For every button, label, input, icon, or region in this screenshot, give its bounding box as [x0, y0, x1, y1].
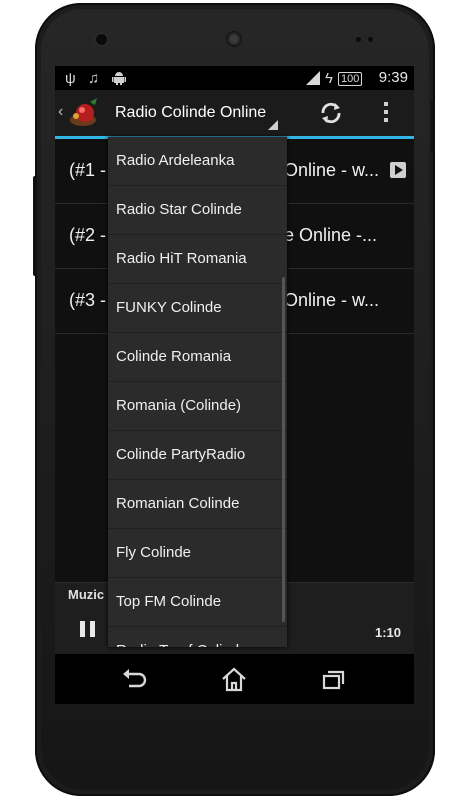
play-icon[interactable] — [390, 162, 406, 178]
list-item-title: e Online -... — [284, 225, 378, 245]
dropdown-item[interactable]: Colinde Romania — [108, 333, 287, 382]
navigation-bar — [55, 654, 414, 704]
refresh-icon[interactable] — [318, 100, 344, 126]
elapsed-time: 1:10 — [374, 625, 401, 640]
dropdown-item[interactable]: Radio Ardeleanka — [108, 137, 287, 186]
dropdown-item[interactable]: Radio Taraf Colinde — [108, 627, 287, 647]
status-time: 9:39 — [378, 69, 408, 86]
cell-signal-icon — [305, 69, 321, 87]
status-bar: ψ ♫ ϟ 100 9:39 — [55, 66, 414, 90]
light-sensor — [368, 37, 373, 42]
dropdown-item[interactable]: Romania (Colinde) — [108, 382, 287, 431]
power-button — [431, 100, 435, 154]
list-item-number: (#3 - — [69, 290, 107, 310]
home-icon[interactable] — [220, 666, 248, 692]
battery-icon: 100 — [338, 72, 363, 86]
station-spinner-indicator[interactable] — [268, 120, 278, 130]
overflow-menu-icon[interactable] — [384, 102, 388, 126]
front-camera — [96, 34, 107, 45]
list-item-title: Online - w... — [284, 290, 380, 310]
dropdown-scrollbar[interactable] — [282, 277, 285, 622]
usb-icon: ψ — [65, 69, 76, 87]
player-label: Muzic — [68, 587, 105, 602]
earpiece-speaker — [226, 31, 242, 47]
action-bar: ‹ Radio Colinde Online — [55, 90, 414, 139]
back-icon[interactable] — [120, 666, 148, 692]
list-item-number: (#2 - — [69, 225, 107, 245]
list-item-number: (#1 - — [69, 160, 107, 180]
pause-icon[interactable] — [80, 621, 96, 637]
dropdown-item[interactable]: Romanian Colinde — [108, 480, 287, 529]
music-note-icon: ♫ — [88, 69, 100, 87]
app-logo-icon[interactable] — [66, 96, 100, 130]
recent-apps-icon[interactable] — [320, 666, 348, 692]
battery-level: 100 — [341, 73, 360, 85]
volume-button — [33, 176, 37, 276]
charging-icon: ϟ — [325, 69, 333, 87]
dropdown-item[interactable]: Top FM Colinde — [108, 578, 287, 627]
android-debug-icon — [111, 69, 127, 87]
list-item-title: Online - w... — [284, 160, 380, 180]
dropdown-item[interactable]: Colinde PartyRadio — [108, 431, 287, 480]
proximity-sensor — [356, 37, 361, 42]
station-dropdown: Radio Ardeleanka Radio Star Colinde Radi… — [108, 137, 287, 647]
station-title[interactable]: Radio Colinde Online — [115, 104, 266, 122]
up-navigation-icon[interactable]: ‹ — [58, 103, 63, 121]
dropdown-item[interactable]: Radio Star Colinde — [108, 186, 287, 235]
dropdown-item[interactable]: Fly Colinde — [108, 529, 287, 578]
dropdown-item[interactable]: Radio HiT Romania — [108, 235, 287, 284]
dropdown-item[interactable]: FUNKY Colinde — [108, 284, 287, 333]
screen: ψ ♫ ϟ 100 9:39 ‹ Radio Colinde Online (#… — [55, 66, 414, 704]
